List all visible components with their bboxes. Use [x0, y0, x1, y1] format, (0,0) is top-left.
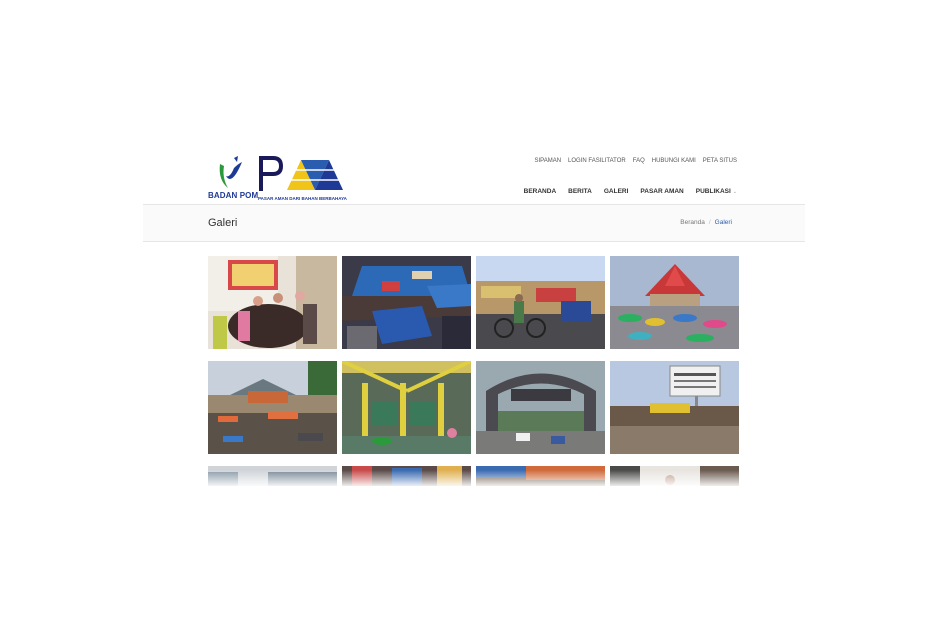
top-link-sipaman[interactable]: SIPAMAN: [534, 158, 561, 164]
gallery-photo-market-gate-arch[interactable]: [476, 361, 605, 454]
pam-logo[interactable]: PASAR AMAN DARI BAHAN BERBAHAYA: [257, 156, 347, 204]
nav-berita[interactable]: BERITA: [568, 188, 592, 195]
gallery-photo-market-sign-board[interactable]: [610, 361, 739, 454]
gallery-photo-market-with-gadang-roofs[interactable]: [610, 256, 739, 349]
breadcrumb-home[interactable]: Beranda: [680, 219, 705, 226]
main-nav: BERANDA BERITA GALERI PASAR AMAN PUBLIKA…: [524, 188, 737, 195]
gallery-image: [610, 361, 739, 454]
gallery-photo-indoor-market-crowd[interactable]: [208, 256, 337, 349]
bottom-fade: [143, 470, 805, 486]
gallery-image: [342, 256, 471, 349]
nav-publikasi-label: PUBLIKASI: [695, 188, 731, 195]
bpom-logo[interactable]: BADAN POM: [208, 156, 258, 204]
pam-tagline: PASAR AMAN DARI BAHAN BERBAHAYA: [258, 196, 347, 201]
gallery-image: [208, 256, 337, 349]
gallery-image: [476, 256, 605, 349]
gallery-image: [610, 256, 739, 349]
chevron-down-icon: ⌄: [732, 189, 737, 195]
top-links: SIPAMAN LOGIN FASILITATOR FAQ HUBUNGI KA…: [534, 158, 737, 164]
gallery-image: [208, 361, 337, 454]
gallery-image: [342, 361, 471, 454]
gallery-photo-street-cyclist-shops[interactable]: [476, 256, 605, 349]
gallery-photo-mountain-view-market[interactable]: [208, 361, 337, 454]
pam-emblem-icon: [259, 156, 343, 191]
top-link-faq[interactable]: FAQ: [633, 158, 645, 164]
bpom-emblem-icon: [219, 156, 242, 188]
page-title: Galeri: [208, 217, 238, 229]
top-link-login-fasilitator[interactable]: LOGIN FASILITATOR: [568, 158, 626, 164]
gallery-photo-yellow-pavilion-market[interactable]: [342, 361, 471, 454]
breadcrumb: Beranda / Galeri: [680, 219, 732, 226]
breadcrumb-separator: /: [708, 219, 711, 226]
nav-beranda[interactable]: BERANDA: [524, 188, 557, 195]
nav-pasar-aman[interactable]: PASAR AMAN: [640, 188, 683, 195]
gallery-image: [476, 361, 605, 454]
top-link-hubungi-kami[interactable]: HUBUNGI KAMI: [652, 158, 696, 164]
bpom-logo-text: BADAN POM: [208, 191, 259, 200]
title-divider: [143, 241, 805, 242]
nav-galeri[interactable]: GALERI: [604, 188, 629, 195]
breadcrumb-current: Galeri: [714, 219, 732, 226]
page-container: BADAN POM PASAR AMAN DARI BAHAN BERBAHAY…: [143, 148, 805, 486]
top-link-peta-situs[interactable]: PETA SITUS: [703, 158, 737, 164]
gallery-photo-market-stalls-blue-tarps[interactable]: [342, 256, 471, 349]
nav-publikasi[interactable]: PUBLIKASI ⌄: [696, 188, 737, 195]
